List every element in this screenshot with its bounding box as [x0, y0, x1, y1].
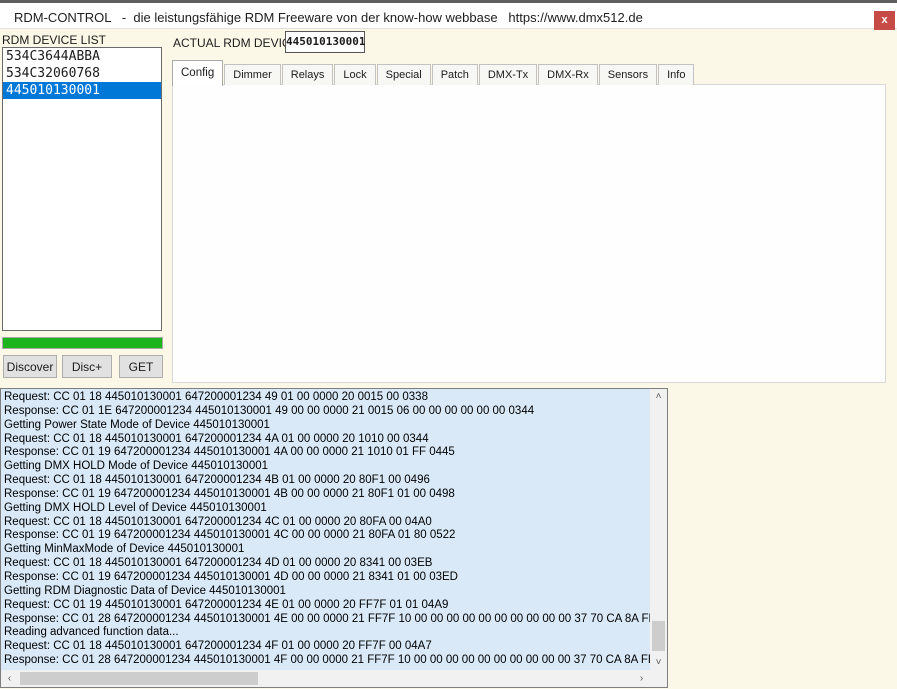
- log-line: Response: CC 01 19 647200001234 44501013…: [4, 488, 650, 502]
- actual-device-value: 445010130001: [285, 31, 365, 53]
- scrollbar-thumb[interactable]: [652, 621, 665, 651]
- device-list-label: RDM DEVICE LIST: [2, 33, 106, 47]
- log-line: Request: CC 01 18 445010130001 647200001…: [4, 640, 650, 654]
- tab-info[interactable]: Info: [658, 64, 694, 85]
- tab-sensors[interactable]: Sensors: [599, 64, 657, 85]
- log-line: Request: CC 01 18 445010130001 647200001…: [4, 433, 650, 447]
- log-line: Response: CC 01 19 647200001234 44501013…: [4, 529, 650, 543]
- tab-strip: ConfigDimmerRelaysLockSpecialPatchDMX-Tx…: [172, 59, 695, 85]
- log-line: Getting DMX HOLD Mode of Device 44501013…: [4, 460, 650, 474]
- scrollbar-corner: [650, 670, 667, 687]
- tab-dmx-rx[interactable]: DMX-Rx: [538, 64, 598, 85]
- tab-patch[interactable]: Patch: [432, 64, 478, 85]
- log-line: Getting MinMaxMode of Device 44501013000…: [4, 543, 650, 557]
- get-button[interactable]: GET: [119, 355, 163, 378]
- app-window: RDM-CONTROL - die leistungsfähige RDM Fr…: [0, 0, 897, 689]
- log-line: Getting RDM Diagnostic Data of Device 44…: [4, 585, 650, 599]
- device-listbox[interactable]: 534C3644ABBA534C32060768445010130001: [2, 47, 162, 331]
- tab-dmx-tx[interactable]: DMX-Tx: [479, 64, 537, 85]
- config-tab-panel: [172, 84, 886, 383]
- discover-button[interactable]: Discover: [3, 355, 57, 378]
- scroll-left-icon[interactable]: ‹: [1, 670, 18, 687]
- scrollbar-thumb[interactable]: [20, 672, 258, 685]
- log-container: Request: CC 01 18 445010130001 647200001…: [0, 388, 668, 688]
- log-line: Request: CC 01 18 445010130001 647200001…: [4, 391, 650, 405]
- log-line: Request: CC 01 18 445010130001 647200001…: [4, 557, 650, 571]
- log-line: Getting Power State Mode of Device 44501…: [4, 419, 650, 433]
- log-line: Response: CC 01 19 647200001234 44501013…: [4, 571, 650, 585]
- log-line: Request: CC 01 19 445010130001 647200001…: [4, 599, 650, 613]
- log-line: Reading advanced function data...: [4, 626, 650, 640]
- device-list-item[interactable]: 534C32060768: [3, 65, 161, 82]
- window-title: RDM-CONTROL - die leistungsfähige RDM Fr…: [14, 10, 643, 25]
- log-text[interactable]: Request: CC 01 18 445010130001 647200001…: [1, 389, 650, 670]
- discover-progressbar: [2, 337, 163, 349]
- log-line: Getting DMX HOLD Level of Device 4450101…: [4, 502, 650, 516]
- device-list-item[interactable]: 534C3644ABBA: [3, 48, 161, 65]
- log-line: Request: CC 01 18 445010130001 647200001…: [4, 516, 650, 530]
- tab-special[interactable]: Special: [377, 64, 431, 85]
- scroll-down-icon[interactable]: ˅: [650, 655, 667, 670]
- disc-plus-button[interactable]: Disc+: [62, 355, 112, 378]
- scroll-up-icon[interactable]: ˄: [650, 389, 667, 404]
- log-vertical-scrollbar[interactable]: ˄ ˅: [650, 389, 667, 670]
- actual-device-label: ACTUAL RDM DEVICE: [173, 36, 299, 50]
- tab-dimmer[interactable]: Dimmer: [224, 64, 281, 85]
- log-line: Response: CC 01 28 647200001234 44501013…: [4, 613, 650, 627]
- tab-relays[interactable]: Relays: [282, 64, 334, 85]
- title-bar: RDM-CONTROL - die leistungsfähige RDM Fr…: [0, 0, 897, 29]
- tab-lock[interactable]: Lock: [334, 64, 375, 85]
- log-line: Response: CC 01 28 647200001234 44501013…: [4, 654, 650, 668]
- tab-config[interactable]: Config: [172, 60, 223, 86]
- device-list-item[interactable]: 445010130001: [3, 82, 161, 99]
- log-horizontal-scrollbar[interactable]: ‹ ›: [1, 670, 650, 687]
- close-icon[interactable]: x: [874, 11, 895, 30]
- log-line: Response: CC 01 1E 647200001234 44501013…: [4, 405, 650, 419]
- scroll-right-icon[interactable]: ›: [633, 670, 650, 687]
- log-line: Response: CC 01 19 647200001234 44501013…: [4, 446, 650, 460]
- log-line: Request: CC 01 18 445010130001 647200001…: [4, 474, 650, 488]
